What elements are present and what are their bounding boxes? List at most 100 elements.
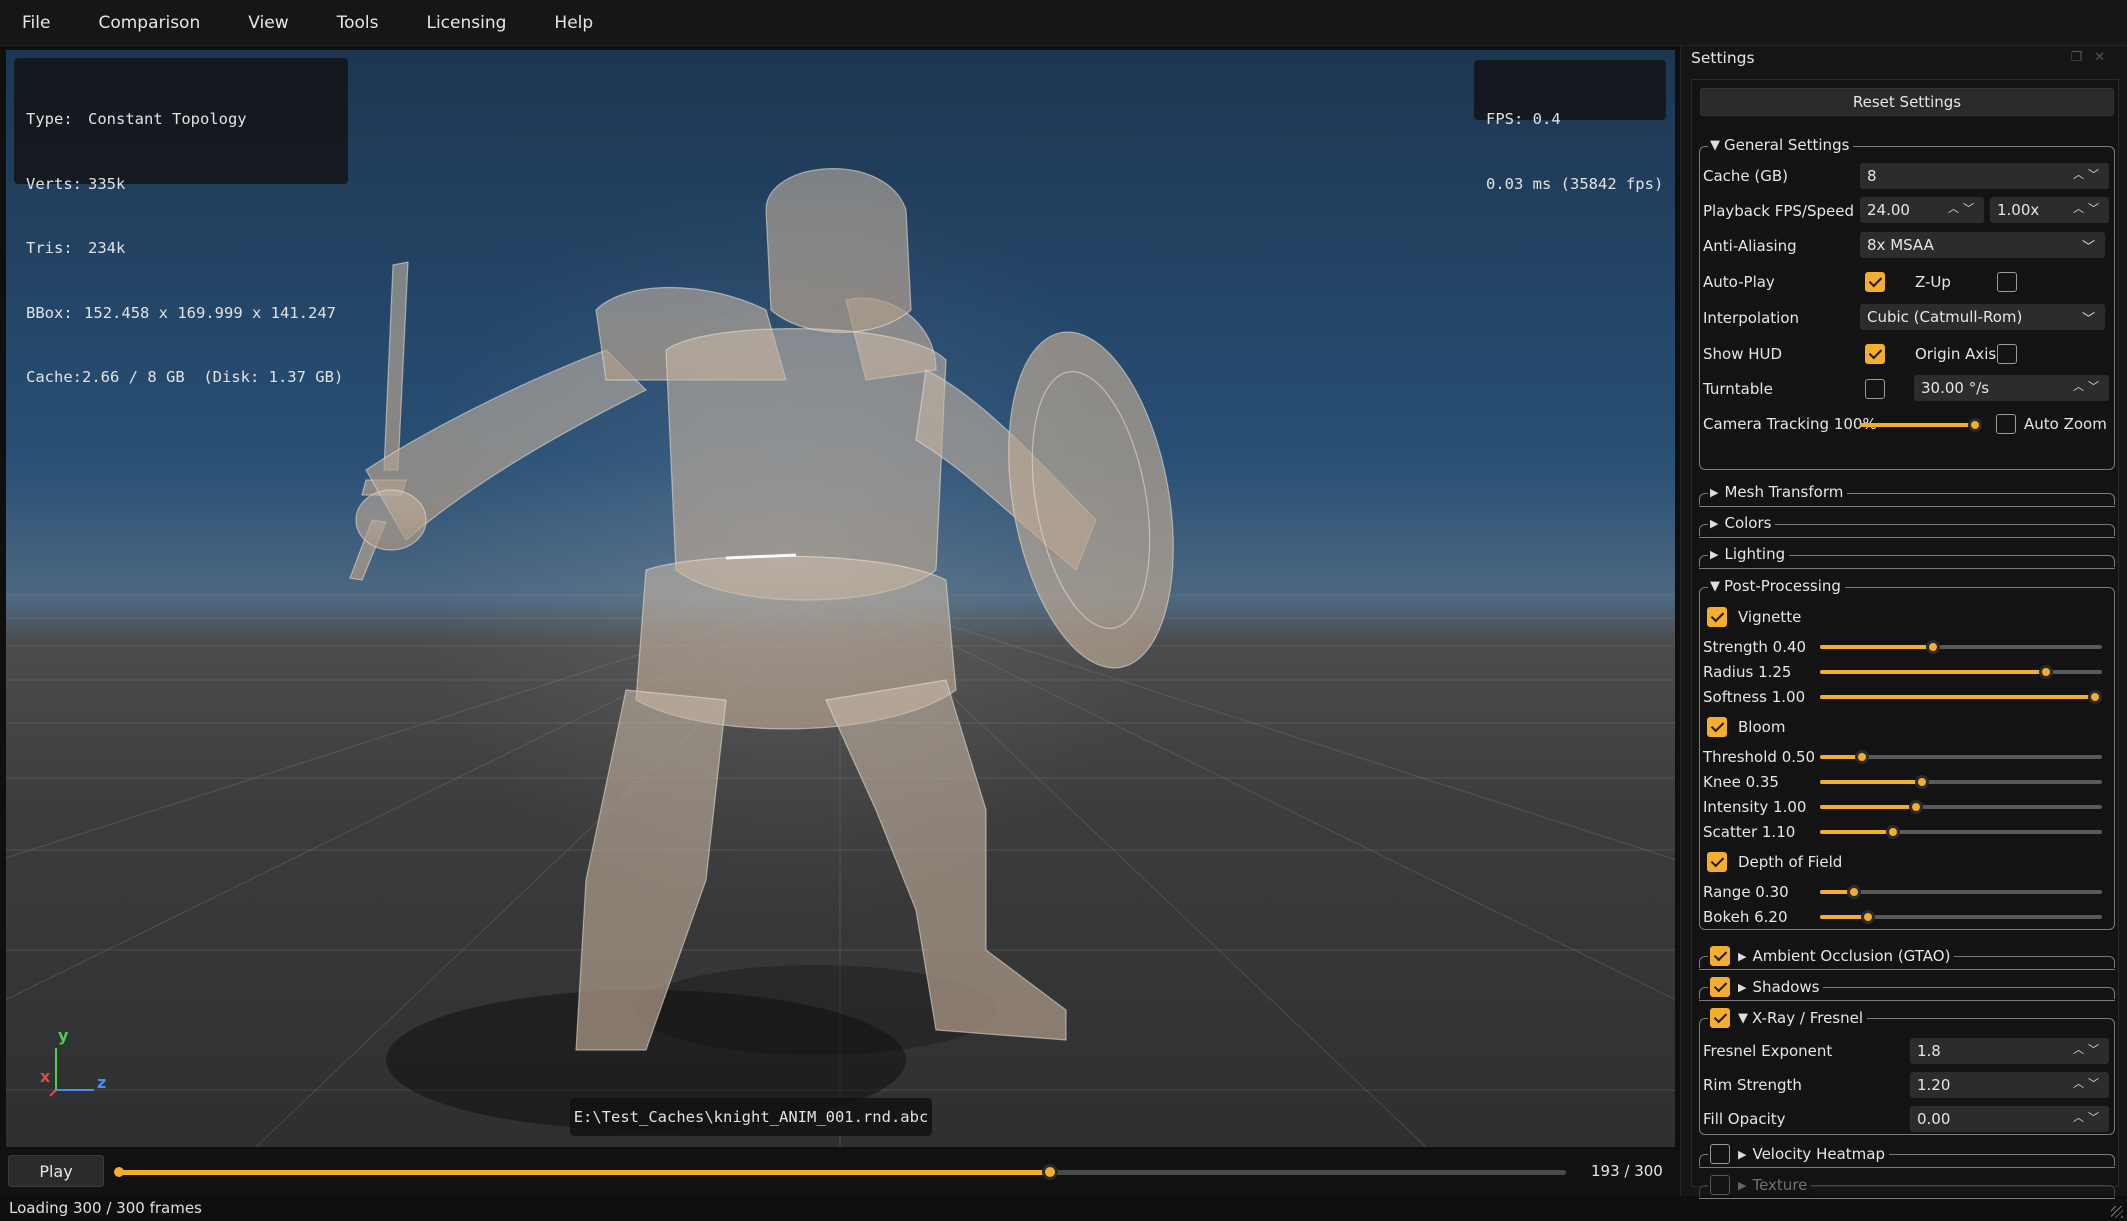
cache-input[interactable]: 8 ︿﹀ [1860,163,2109,189]
collapsed-arrow-icon: ▶ [1738,949,1747,963]
settings-scroll-area[interactable]: Reset Settings ▼ General Settings Cache (… [1691,79,2119,1199]
menu-licensing[interactable]: Licensing [426,13,506,33]
fresnel-exponent-input[interactable]: 1.8 ︿﹀ [1910,1038,2109,1064]
z-up-checkbox[interactable] [1997,272,2017,292]
menu-tools[interactable]: Tools [337,13,379,33]
texture-group: ▶ Texture [1699,1175,2115,1199]
hud-type-key: Type: [26,110,73,128]
lighting-header[interactable]: ▶ Lighting [1708,545,1790,563]
spin-arrows-icon[interactable]: ︿﹀ [2073,1109,2103,1125]
ambient-occlusion-title: Ambient Occlusion (GTAO) [1752,947,1951,965]
3d-viewport[interactable]: y x z Type: Constant Topology Verts: 335k … [6,50,1675,1147]
dof-range-slider[interactable] [1820,884,2102,900]
playback-fps-label: Playback FPS/Speed [1703,202,1854,220]
bloom-intensity-slider[interactable] [1820,799,2102,815]
vignette-softness-slider[interactable] [1820,689,2102,705]
turntable-checkbox[interactable] [1865,379,1885,399]
chevron-down-icon: ﹀ [2081,240,2095,255]
cache-label: Cache (GB) [1703,167,1789,185]
spin-arrows-icon[interactable]: ︿﹀ [2073,200,2103,216]
collapsed-arrow-icon: ▶ [1710,547,1719,561]
dof-range-label: Range 0.30 [1703,883,1789,901]
general-settings-title: General Settings [1724,136,1850,154]
camera-tracking-slider[interactable] [1860,417,1982,433]
bloom-threshold-slider[interactable] [1820,749,2102,765]
bloom-checkbox[interactable] [1707,717,1727,737]
spin-arrows-icon[interactable]: ︿﹀ [2073,1041,2103,1057]
vignette-radius-slider[interactable] [1820,664,2102,680]
xray-fresnel-group: ▼ X-Ray / Fresnel Fresnel Exponent 1.8 ︿﹀ … [1699,1008,2115,1135]
xray-fresnel-checkbox[interactable] [1710,1008,1730,1028]
stats-hud: Type: Constant Topology Verts: 335k Tris: 2… [14,58,348,386]
expanded-arrow-icon: ▼ [1738,1010,1748,1026]
hud-tris-value: 234k [88,239,126,257]
timeline-handle[interactable] [1041,1164,1058,1180]
hud-cache-key: Cache: [26,368,82,386]
ambient-occlusion-checkbox[interactable] [1710,946,1730,966]
hud-bbox-value: 152.458 x 169.999 x 141.247 [84,303,336,322]
interpolation-select[interactable]: Cubic (Catmull-Rom) ﹀ [1860,304,2105,330]
texture-checkbox[interactable] [1710,1175,1730,1195]
general-settings-header[interactable]: ▼ General Settings [1708,136,1854,154]
velocity-heatmap-checkbox[interactable] [1710,1144,1730,1164]
bloom-knee-slider[interactable] [1820,774,2102,790]
rim-strength-input[interactable]: 1.20 ︿﹀ [1910,1072,2109,1098]
reset-settings-button[interactable]: Reset Settings [1700,88,2114,116]
menu-comparison[interactable]: Comparison [98,13,200,33]
undock-icon[interactable]: ❐ [2070,50,2094,65]
auto-play-checkbox[interactable] [1865,272,1885,292]
timeline-scrubber[interactable] [114,1164,1566,1180]
timeline-progress [118,1170,1050,1175]
menu-view[interactable]: View [248,13,288,33]
mesh-transform-title: Mesh Transform [1724,483,1844,501]
speed-input[interactable]: 1.00x ︿﹀ [1990,197,2109,223]
frametime-readout: 0.03 ms (35842 fps) [1486,174,1664,193]
xray-fresnel-header[interactable]: ▼ X-Ray / Fresnel [1708,1008,1868,1028]
ambient-occlusion-header[interactable]: ▶ Ambient Occlusion (GTAO) [1708,946,1955,966]
expanded-arrow-icon: ▼ [1710,578,1720,594]
close-icon[interactable]: ✕ [2094,50,2117,65]
bloom-scatter-slider[interactable] [1820,824,2102,840]
spin-arrows-icon[interactable]: ︿﹀ [2073,378,2103,394]
menu-file[interactable]: File [22,13,50,33]
collapsed-arrow-icon: ▶ [1738,1147,1747,1161]
fps-input[interactable]: 24.00 ︿﹀ [1860,197,1984,223]
ambient-occlusion-group: ▶ Ambient Occlusion (GTAO) [1699,946,2115,970]
depth-of-field-label: Depth of Field [1738,853,1843,871]
resize-grip-icon[interactable] [2111,1206,2123,1218]
anti-aliasing-select[interactable]: 8x MSAA ﹀ [1860,232,2105,258]
post-processing-group: ▼ Post-Processing Vignette Strength 0.40 … [1699,577,2115,930]
hud-bbox-key: BBox: [26,303,73,322]
settings-panel: Settings ❐✕ Reset Settings ▼ General Sett… [1680,46,2127,1199]
dof-bokeh-slider[interactable] [1820,909,2102,925]
show-hud-checkbox[interactable] [1865,344,1885,364]
vignette-softness-label: Softness 1.00 [1703,688,1806,706]
shadows-checkbox[interactable] [1710,977,1730,997]
z-up-label: Z-Up [1915,273,1951,291]
axis-y-label: y [58,1026,69,1045]
menu-help[interactable]: Help [554,13,593,33]
turntable-speed-input[interactable]: 30.00 °/s ︿﹀ [1914,375,2109,401]
fresnel-exponent-value: 1.8 [1917,1042,1941,1060]
vignette-strength-slider[interactable] [1820,639,2102,655]
spin-arrows-icon[interactable]: ︿﹀ [2073,166,2103,182]
auto-zoom-checkbox[interactable] [1996,414,2016,434]
spin-arrows-icon[interactable]: ︿﹀ [2073,1075,2103,1091]
velocity-heatmap-header[interactable]: ▶ Velocity Heatmap [1708,1144,1889,1164]
shadows-header[interactable]: ▶ Shadows [1708,977,1824,997]
vignette-checkbox[interactable] [1707,607,1727,627]
fps-value: 24.00 [1867,201,1910,219]
mesh-transform-header[interactable]: ▶ Mesh Transform [1708,483,1848,501]
shadows-group: ▶ Shadows [1699,977,2115,1001]
fill-opacity-input[interactable]: 0.00 ︿﹀ [1910,1106,2109,1132]
texture-header[interactable]: ▶ Texture [1708,1175,1812,1195]
play-button[interactable]: Play [8,1155,104,1187]
texture-title: Texture [1752,1176,1808,1194]
post-processing-header[interactable]: ▼ Post-Processing [1708,577,1845,595]
colors-header[interactable]: ▶ Colors [1708,514,1776,532]
spin-arrows-icon[interactable]: ︿﹀ [1948,200,1978,216]
origin-axis-checkbox[interactable] [1997,344,2017,364]
turntable-speed-value: 30.00 °/s [1921,379,1990,397]
depth-of-field-checkbox[interactable] [1707,852,1727,872]
status-text: Loading 300 / 300 frames [9,1199,202,1217]
